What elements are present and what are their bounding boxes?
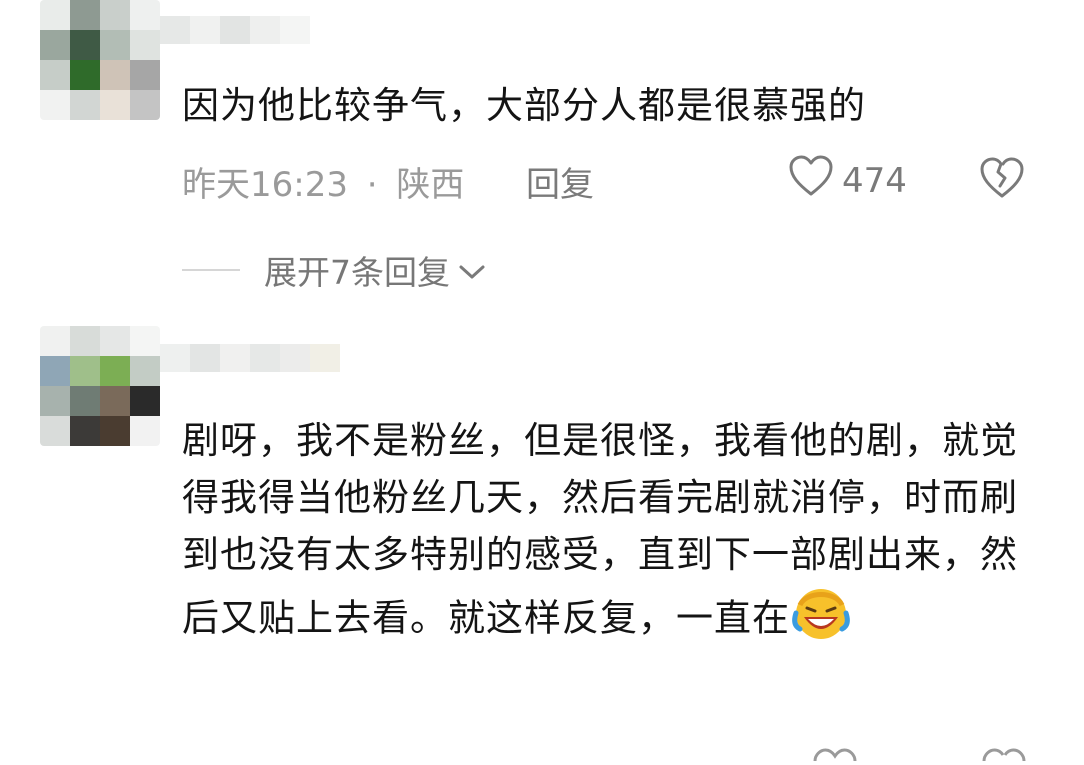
dislike-button[interactable] <box>978 156 1026 204</box>
divider-line <box>182 269 240 271</box>
meta-separator: · <box>366 165 378 205</box>
heart-outline-icon[interactable] <box>812 746 858 765</box>
broken-heart-icon[interactable] <box>980 746 1028 765</box>
comment-location: 陕西 <box>396 165 465 205</box>
reply-button[interactable]: 回复 <box>526 157 594 206</box>
chevron-down-icon <box>458 251 486 290</box>
laughing-face-emoji <box>792 583 850 657</box>
nickname[interactable] <box>160 344 340 372</box>
avatar[interactable] <box>40 326 160 446</box>
avatar[interactable] <box>40 0 160 120</box>
nickname[interactable] <box>160 16 310 44</box>
comment-text: 因为他比较争气，大部分人都是很慕强的 <box>182 84 866 127</box>
heart-outline-icon <box>788 154 834 207</box>
like-button[interactable]: 474 <box>788 154 907 207</box>
comment-text: 剧呀，我不是粉丝，但是很怪，我看他的剧，就觉得我得当他粉丝几天，然后看完剧就消停… <box>182 412 1042 657</box>
broken-heart-icon <box>978 157 1026 204</box>
comment-time: 昨天16:23 <box>182 165 348 205</box>
expand-replies-label: 展开7条回复 <box>264 253 450 292</box>
expand-replies-button[interactable]: 展开7条回复 <box>182 246 486 294</box>
comment-text-body: 剧呀，我不是粉丝，但是很怪，我看他的剧，就觉得我得当他粉丝几天，然后看完剧就消停… <box>182 419 1018 640</box>
comment-meta: 昨天16:23 · 陕西 <box>182 157 464 206</box>
like-count: 474 <box>842 160 907 201</box>
